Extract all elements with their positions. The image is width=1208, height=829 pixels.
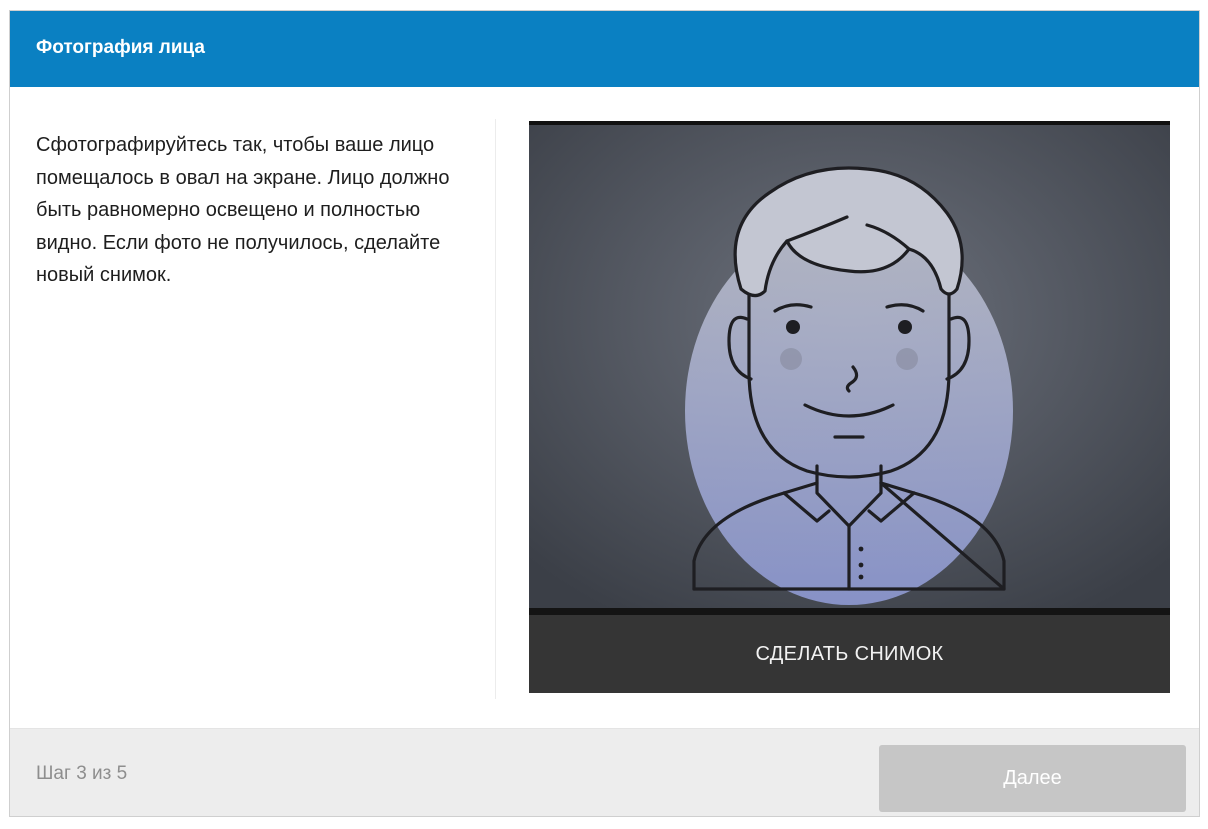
camera-preview xyxy=(529,121,1170,615)
camera-panel: СДЕЛАТЬ СНИМОК xyxy=(529,121,1170,693)
column-divider xyxy=(495,119,496,699)
dialog-title: Фотография лица xyxy=(36,37,205,58)
face-photo-dialog: Фотография лица Сфотографируйтесь так, ч… xyxy=(9,10,1200,817)
take-photo-button[interactable]: СДЕЛАТЬ СНИМОК xyxy=(529,615,1170,693)
instructions-text: Сфотографируйтесь так, чтобы ваше лицо п… xyxy=(36,134,450,286)
dialog-header: Фотография лица xyxy=(10,11,1199,87)
step-indicator: Шаг 3 из 5 xyxy=(36,763,128,784)
dialog-footer: Шаг 3 из 5 Далее xyxy=(10,728,1199,816)
next-button[interactable]: Далее xyxy=(879,745,1186,812)
dialog-body: Сфотографируйтесь так, чтобы ваше лицо п… xyxy=(10,87,1199,728)
